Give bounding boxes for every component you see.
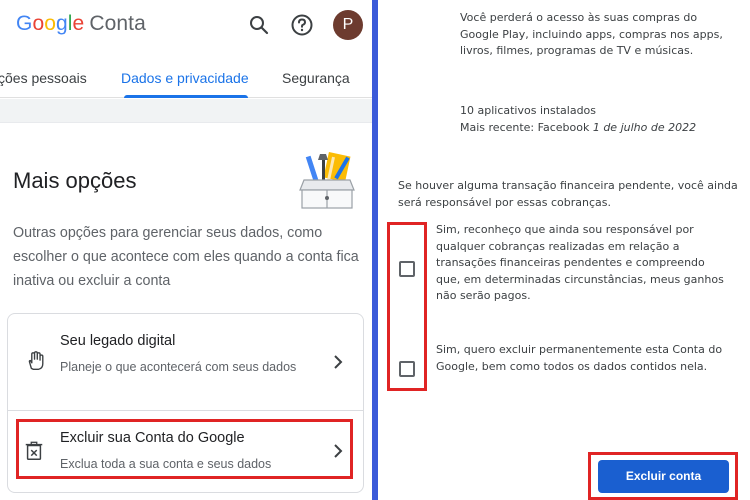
permanent-delete-label: Sim, quero excluir permanentemente esta …	[436, 343, 723, 373]
google-conta-logo[interactable]: Google Conta	[16, 12, 146, 36]
permanent-delete-checkbox[interactable]	[399, 361, 415, 377]
section-separator	[0, 99, 372, 122]
section-description: Outras opções para gerenciar seus dados,…	[13, 225, 359, 289]
chevron-right-icon	[334, 355, 343, 369]
app-header: Google Conta P	[0, 0, 372, 50]
avatar[interactable]: P	[333, 10, 363, 40]
google-play-warning: Você perderá o acesso às suas compras do…	[460, 11, 723, 57]
pending-transactions-notice: Se houver alguma transação financeira pe…	[398, 179, 738, 209]
installed-apps-count: 10 aplicativos instalados	[460, 104, 597, 117]
hand-icon	[28, 351, 44, 370]
delete-account-button[interactable]: Excluir conta	[598, 460, 729, 493]
option-divider	[7, 410, 364, 411]
acknowledge-charges-checkbox[interactable]	[399, 261, 415, 277]
tab-bar: ções pessoais Dados e privacidade Segura…	[0, 62, 372, 98]
most-recent-app: Mais recente: Facebook 1 de julho de 202…	[460, 121, 697, 134]
option-subtitle: Planeje o que acontecerá com seus dados	[60, 360, 297, 374]
tab-security[interactable]: Segurança	[282, 70, 350, 86]
tab-data-privacy[interactable]: Dados e privacidade	[121, 70, 249, 86]
google-account-panel: Google Conta P ções pessoais Dados e priv…	[0, 0, 372, 500]
search-icon	[250, 16, 269, 35]
acknowledge-charges-label: Sim, reconheço que ainda sou responsável…	[436, 223, 724, 302]
toolbox-illustration	[299, 151, 355, 209]
highlight-delete-option	[16, 419, 353, 479]
active-tab-indicator	[124, 95, 248, 98]
option-title: Seu legado digital	[60, 333, 176, 349]
delete-account-confirmation: Você perderá o acesso às suas compras do…	[378, 0, 750, 500]
tab-personal-info[interactable]: ções pessoais	[0, 70, 87, 86]
help-button[interactable]	[290, 13, 314, 37]
search-button[interactable]	[247, 13, 271, 37]
section-title: Mais opções	[13, 168, 137, 193]
help-icon	[291, 14, 313, 36]
